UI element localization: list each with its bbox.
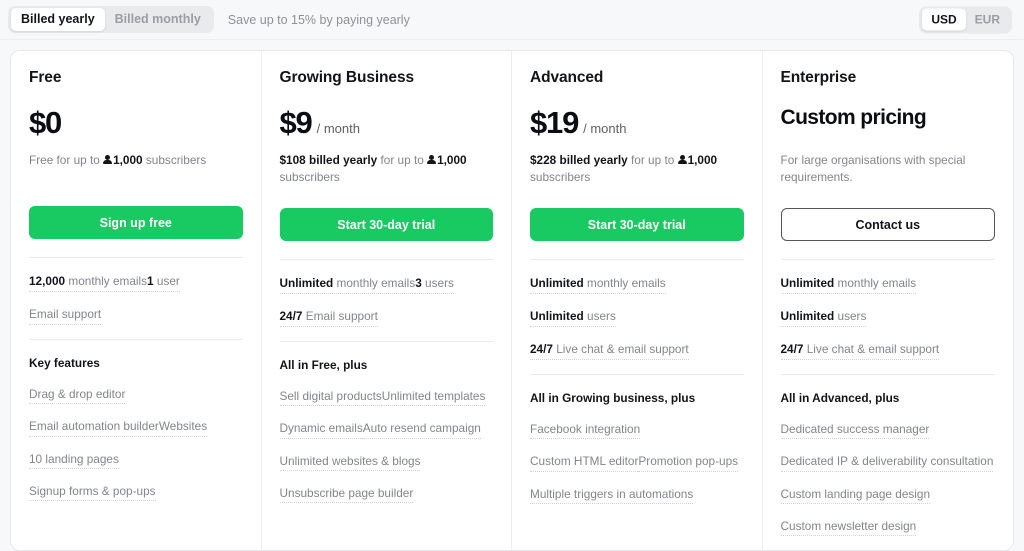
plan-price-detail: Free for up to 1,000 subscribers [29, 153, 207, 167]
pricing-card: Enterprise Custom pricing For large organi… [763, 51, 1014, 550]
plan-price-detail: $108 billed yearly for up to 1,000 subsc… [279, 153, 467, 185]
plan-feature[interactable]: Promotion pop-ups [638, 454, 739, 472]
plan-specs: 12,000 monthly emails1 user Email support [29, 272, 243, 325]
plan-period: / month [583, 121, 627, 136]
plan-feature[interactable]: Custom landing page design [780, 487, 931, 504]
person-icon [103, 155, 113, 165]
plan-spec: Unlimited monthly emails [780, 276, 917, 295]
plan-spec: Unlimited monthly emails [279, 276, 416, 295]
plan-period: / month [316, 121, 360, 136]
pricing-card: Growing Business $9/ month $108 billed yea… [262, 51, 512, 550]
plan-spec: Unlimited users [530, 309, 616, 328]
plan-features: Facebook integration Custom HTML editorPr… [530, 420, 744, 517]
plan-price-detail: For large organisations with special req… [780, 153, 966, 185]
savings-note: Save up to 15% by paying yearly [227, 12, 410, 27]
plan-specs: Unlimited monthly emails3 users 24/7 Emai… [279, 274, 494, 328]
plan-feature[interactable]: Custom newsletter design [780, 519, 917, 537]
plan-price-row: $19 / month [530, 107, 744, 143]
person-icon [677, 155, 687, 165]
billing-toggle-yearly[interactable]: Billed yearly [11, 8, 105, 31]
divider [530, 259, 744, 261]
plan-spec: Email support [29, 307, 102, 325]
divider [279, 259, 493, 261]
divider [29, 257, 243, 258]
plan-feature[interactable]: Dedicated IP & deliverability consultati… [780, 454, 994, 472]
plan-feature[interactable]: Multiple triggers in automations [530, 487, 694, 504]
currency-toggle-usd[interactable]: USD [922, 8, 966, 31]
person-icon [427, 155, 437, 165]
plan-feature[interactable]: Websites [158, 419, 208, 437]
plan-price: Custom pricing [780, 106, 927, 129]
plan-spec: 24/7 Live chat & email support [780, 342, 940, 360]
plan-features: Dedicated success manager Dedicated IP & … [780, 420, 996, 549]
plan-spec: 12,000 monthly emails [29, 274, 148, 292]
plan-cta-button[interactable]: Contact us [780, 208, 995, 242]
plan-spec: 1 user [147, 274, 180, 292]
plan-features: Sell digital productsUnlimited templates… [279, 387, 494, 516]
plan-feature[interactable]: Auto resend campaign [362, 421, 481, 439]
plan-cta-button[interactable]: Sign up free [29, 206, 243, 239]
top-toolbar: Billed yearly Billed monthly Save up to … [0, 0, 1024, 40]
plan-price-row: $0 [29, 107, 243, 143]
plan-price: $0 [29, 105, 62, 140]
plan-features-heading: All in Free, plus [279, 358, 368, 373]
plan-spec: Unlimited users [780, 309, 867, 328]
plan-spec: 24/7 Email support [279, 309, 378, 328]
plan-feature[interactable]: Unlimited templates [381, 389, 486, 407]
plan-feature[interactable]: Unsubscribe page builder [279, 486, 414, 504]
plan-feature[interactable]: Dedicated success manager [780, 422, 930, 440]
plan-name: Enterprise [780, 69, 857, 86]
plan-specs: Unlimited monthly emails Unlimited users 2… [780, 274, 996, 360]
pricing-grid: Free $0 Free for up to 1,000 subscribers Si… [10, 50, 1014, 551]
currency-toggle[interactable]: USD EUR [919, 6, 1012, 33]
divider [279, 341, 493, 343]
pricing-card: Advanced $19 / month $228 billed yearly for… [512, 51, 763, 550]
plan-spec: Unlimited monthly emails [530, 276, 666, 295]
plan-spec: 3 users [415, 276, 454, 295]
plan-feature[interactable]: Dynamic emails [279, 421, 363, 439]
plan-cta-button[interactable]: Start 30-day trial [279, 208, 493, 242]
billing-period-toggle[interactable]: Billed yearly Billed monthly [8, 6, 214, 33]
plan-name: Free [29, 69, 62, 86]
plan-features: Drag & drop editor Email automation build… [29, 385, 243, 514]
divider [29, 338, 243, 340]
divider [530, 373, 744, 375]
plan-feature[interactable]: Email automation builder [29, 419, 159, 437]
plan-feature[interactable]: Custom HTML editor [530, 454, 639, 472]
pricing-grid-wrapper: Free $0 Free for up to 1,000 subscribers Si… [0, 40, 1024, 551]
plan-name: Growing Business [279, 69, 415, 86]
currency-toggle-eur[interactable]: EUR [966, 9, 1009, 31]
divider [780, 259, 995, 261]
plan-feature[interactable]: Drag & drop editor [29, 387, 126, 405]
plan-feature[interactable]: Unlimited websites & blogs [279, 454, 421, 472]
plan-cta-button[interactable]: Start 30-day trial [530, 208, 744, 242]
plan-features-heading: All in Advanced, plus [780, 390, 900, 405]
plan-price: $9 [279, 105, 313, 140]
plan-features-heading: Key features [29, 355, 100, 370]
plan-feature[interactable]: Sell digital products [279, 389, 382, 407]
plan-name: Advanced [530, 69, 604, 86]
plan-price-row: $9/ month [280, 107, 494, 143]
plan-feature[interactable]: 10 landing pages [29, 452, 119, 469]
pricing-card: Free $0 Free for up to 1,000 subscribers Si… [11, 51, 262, 550]
billing-toggle-monthly[interactable]: Billed monthly [105, 8, 211, 31]
plan-spec: 24/7 Live chat & email support [530, 342, 689, 360]
plan-feature[interactable]: Signup forms & pop-ups [29, 484, 156, 502]
divider [780, 373, 995, 375]
plan-price-detail: $228 billed yearly for up to 1,000 subsc… [530, 153, 718, 185]
plan-feature[interactable]: Facebook integration [530, 422, 641, 440]
plan-price: $19 [530, 105, 579, 140]
plan-price-row: Custom pricing [781, 107, 996, 143]
plan-specs: Unlimited monthly emails Unlimited users 2… [530, 274, 744, 360]
plan-features-heading: All in Growing business, plus [530, 390, 696, 405]
